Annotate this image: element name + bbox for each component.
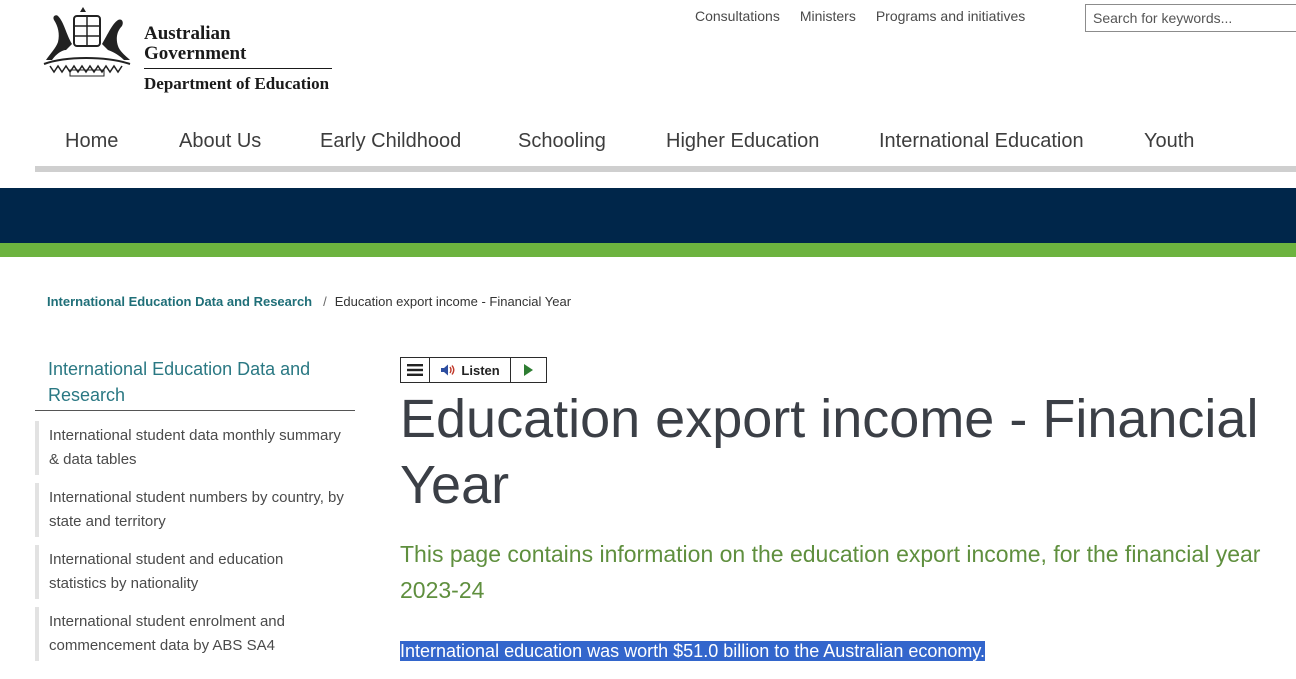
page-lead-text: This page contains information on the ed… [400, 541, 1261, 603]
highlighted-paragraph: International education was worth $51.0 … [400, 638, 986, 664]
listen-menu-button[interactable] [401, 358, 431, 382]
hero-banner-accent [0, 243, 1296, 257]
sidebar-title-link[interactable]: International Education Data and Researc… [35, 356, 355, 411]
nav-item-home[interactable]: Home [65, 130, 118, 153]
logo-department-text: Department of Education [144, 74, 330, 93]
logo-government-text: Australian Government [144, 23, 247, 64]
coat-of-arms-icon [43, 7, 131, 77]
utility-nav: Consultations Ministers Programs and ini… [695, 8, 1025, 24]
sidebar-item-numbers-by-country[interactable]: International student numbers by country… [35, 483, 355, 537]
sidebar-item-statistics-by-nationality[interactable]: International student and education stat… [35, 545, 355, 599]
nav-item-higher-education[interactable]: Higher Education [666, 130, 819, 153]
speaker-icon [441, 364, 455, 376]
menu-icon [407, 364, 424, 376]
page-title: Education export income - Financial Year [400, 389, 1259, 515]
listen-label: Listen [461, 362, 500, 378]
nav-item-about-us[interactable]: About Us [179, 130, 261, 153]
logo-divider [144, 68, 332, 69]
selected-text: International education was worth $51.0 … [400, 641, 986, 661]
search-input[interactable] [1085, 4, 1296, 32]
nav-item-international-education[interactable]: International Education [879, 130, 1084, 153]
nav-item-schooling[interactable]: Schooling [518, 130, 606, 153]
government-logo[interactable]: Australian Government Department of Educ… [36, 4, 336, 93]
play-button[interactable] [511, 358, 546, 382]
sidebar-item-monthly-summary[interactable]: International student data monthly summa… [35, 421, 355, 475]
listen-button[interactable]: Listen [430, 358, 511, 382]
sidebar-nav: International Education Data and Researc… [35, 356, 355, 661]
play-icon [524, 364, 534, 376]
breadcrumb: International Education Data and Researc… [47, 294, 571, 309]
breadcrumb-separator: / [323, 294, 327, 309]
nav-item-youth[interactable]: Youth [1144, 130, 1194, 153]
breadcrumb-link-parent[interactable]: International Education Data and Researc… [47, 294, 312, 309]
utility-link-consultations[interactable]: Consultations [695, 8, 780, 24]
listen-toolbar: Listen [400, 357, 547, 383]
utility-link-ministers[interactable]: Ministers [800, 8, 856, 24]
hero-banner [0, 188, 1296, 243]
nav-item-early-childhood[interactable]: Early Childhood [320, 130, 461, 153]
sidebar-item-enrolment-sa4[interactable]: International student enrolment and comm… [35, 607, 355, 661]
breadcrumb-current: Education export income - Financial Year [334, 294, 572, 309]
main-nav: Home About Us Early Childhood Schooling … [35, 120, 1296, 172]
utility-link-programs[interactable]: Programs and initiatives [876, 8, 1025, 24]
